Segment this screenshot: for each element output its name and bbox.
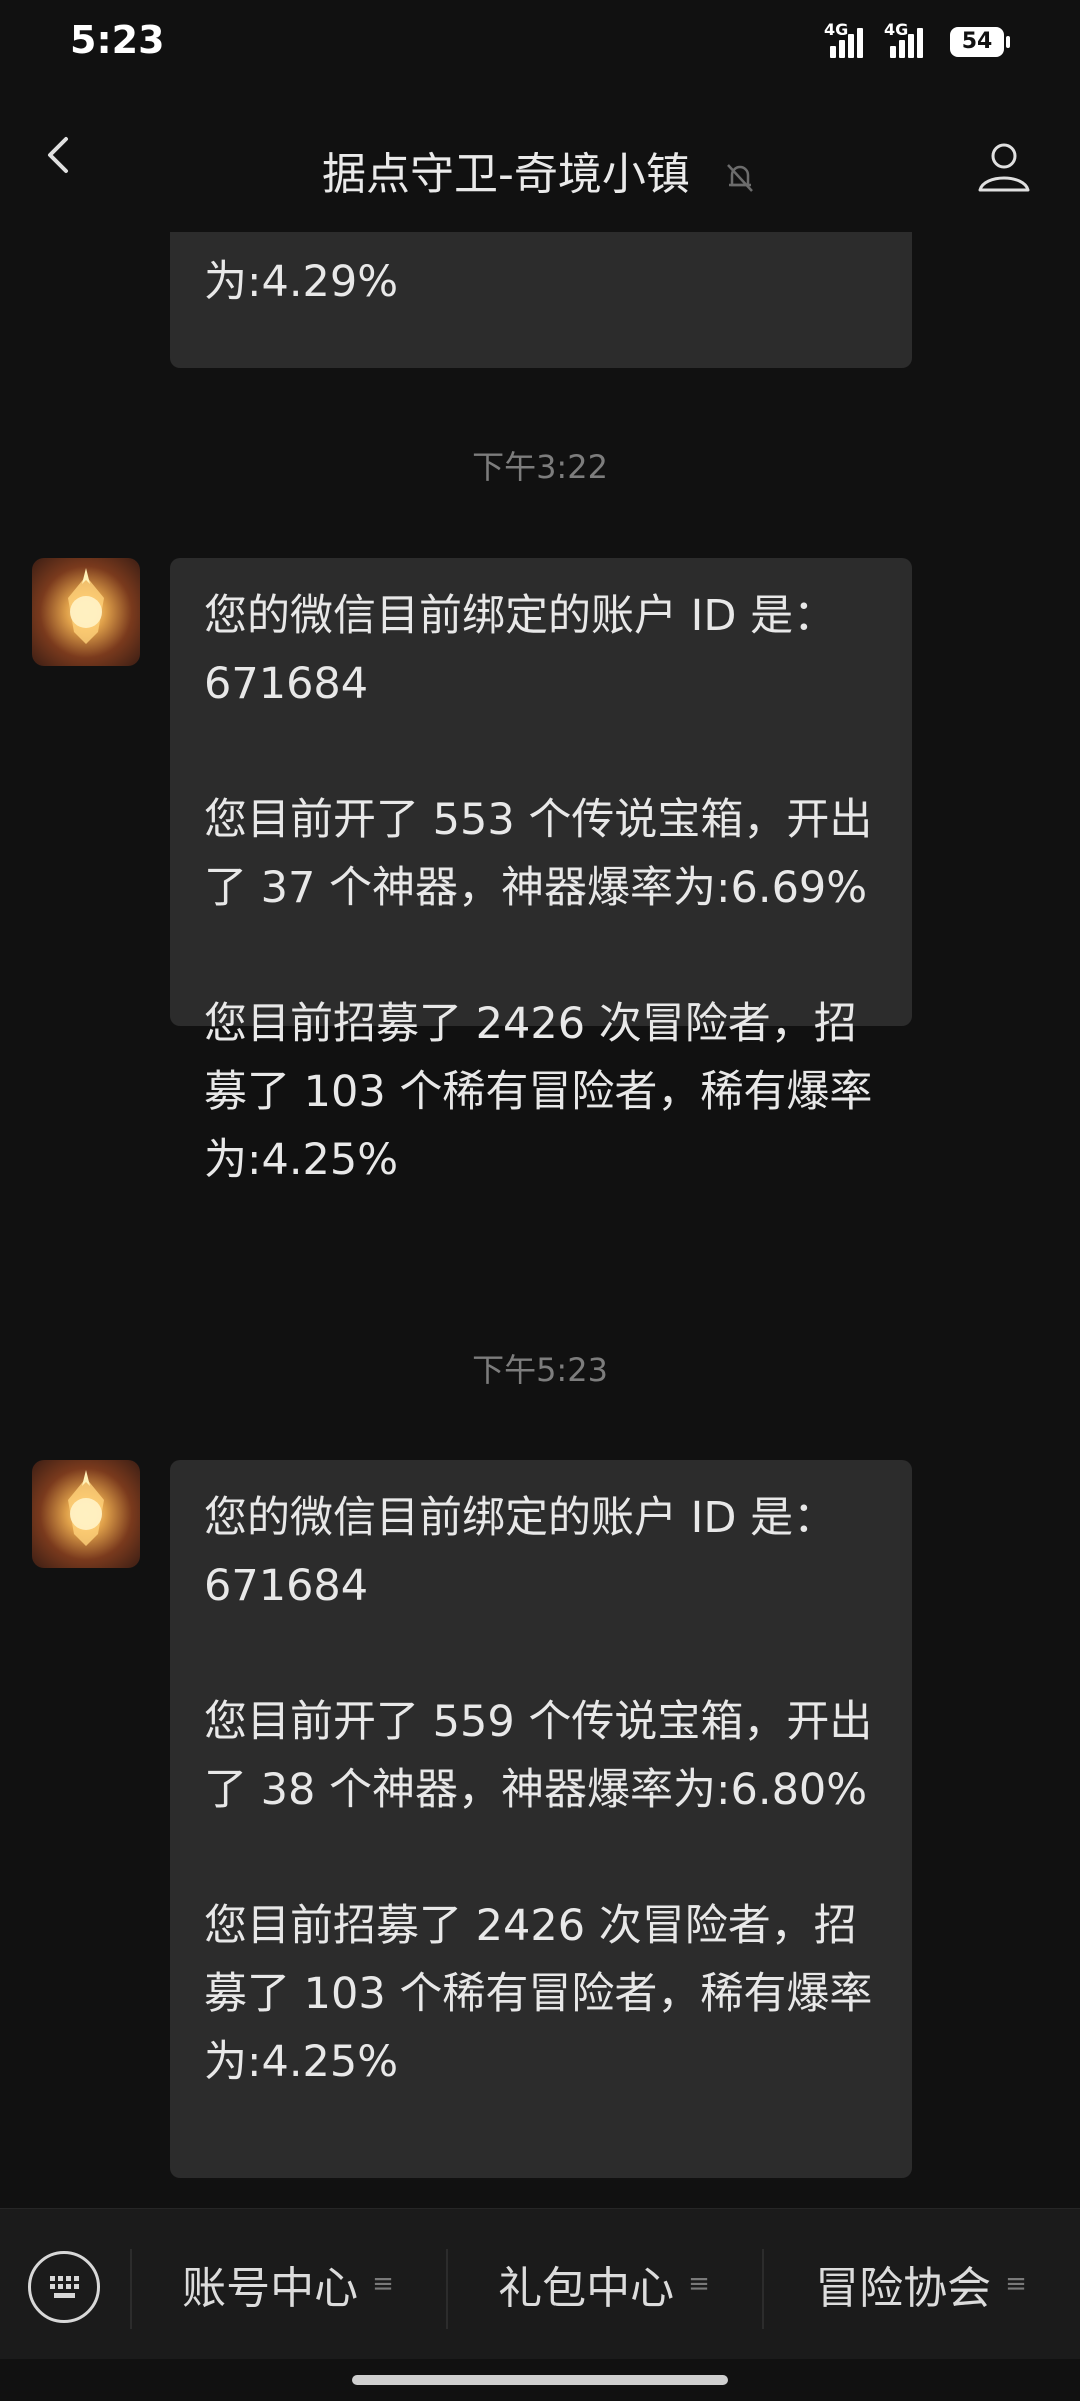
home-indicator[interactable] [352, 2375, 728, 2385]
signal-icon-2: 4G [884, 20, 923, 58]
message-bubble[interactable]: 为:4.29% [170, 232, 912, 368]
menu-lines-icon: ≡ [372, 2269, 394, 2299]
keyboard-icon[interactable] [28, 2251, 100, 2323]
mute-bell-icon [727, 164, 753, 192]
menu-account-center[interactable]: 账号中心 ≡ [130, 2209, 446, 2359]
message-timestamp: 下午5:23 [472, 1351, 608, 1389]
bot-avatar[interactable] [32, 558, 140, 666]
menu-lines-icon: ≡ [688, 2269, 710, 2299]
message-bubble[interactable]: 您的微信目前绑定的账户 ID 是： 671684 您目前开了 553 个传说宝箱… [170, 558, 912, 1185]
crest-icon [68, 568, 104, 644]
crest-icon [68, 1470, 104, 1546]
menu-gift-center[interactable]: 礼包中心 ≡ [446, 2209, 762, 2359]
menu-adventure-guild[interactable]: 冒险协会 ≡ [762, 2209, 1080, 2359]
message-timestamp: 下午3:22 [472, 448, 608, 486]
battery-icon: 54 [950, 27, 1010, 57]
bot-avatar[interactable] [32, 1460, 140, 1568]
signal-icon: 4G [824, 20, 863, 58]
menu-lines-icon: ≡ [1005, 2269, 1027, 2299]
chat-title: 据点守卫-奇境小镇 [0, 138, 1080, 202]
user-profile-icon[interactable] [976, 138, 1032, 194]
chat-header: 据点守卫-奇境小镇 [0, 80, 1080, 232]
chat-title-text: 据点守卫-奇境小镇 [322, 149, 690, 200]
chat-messages[interactable]: 为:4.29% 下午3:22 您的微信目前绑定的账户 ID 是： 671684 … [0, 232, 1080, 2208]
status-bar: 5:23 4G 4G 54 [0, 0, 1080, 80]
message-bubble[interactable]: 您的微信目前绑定的账户 ID 是： 671684 您目前开了 559 个传说宝箱… [170, 1460, 912, 2178]
bottom-menu-bar: 账号中心 ≡ 礼包中心 ≡ 冒险协会 ≡ [0, 2208, 1080, 2359]
status-time: 5:23 [70, 18, 165, 62]
